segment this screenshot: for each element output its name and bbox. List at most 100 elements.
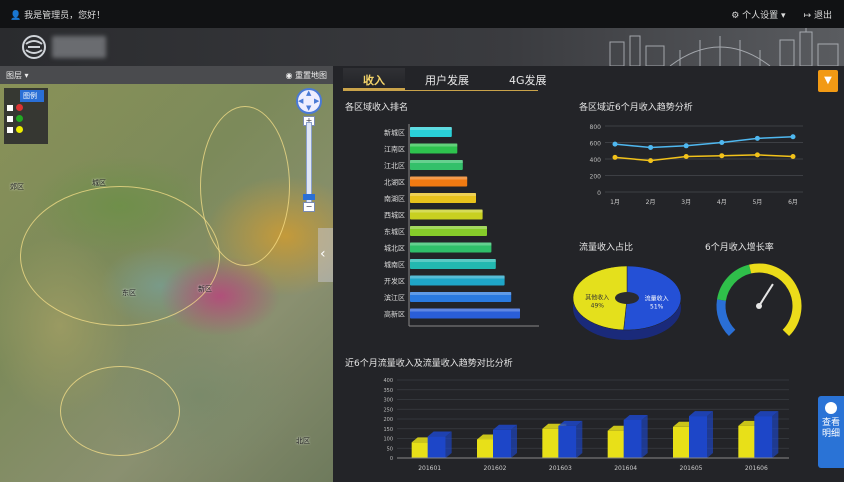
tab-income[interactable]: 收入 xyxy=(343,68,405,90)
dashboard-app: 👤 我是管理员，您好！ ⚙ 个人设置 ▾ ↦ 退出 图层 ▾ ◉ 重置地图 图例… xyxy=(0,0,844,482)
line-chart-title: 各区域近6个月收入趋势分析 xyxy=(579,103,693,113)
vbar-y-tick: 100 xyxy=(383,437,393,443)
gauge-band-mid xyxy=(717,264,752,302)
vbar-bar xyxy=(754,416,773,458)
yellow-marker-icon xyxy=(16,126,23,133)
line-point xyxy=(683,143,689,149)
pie-slice-value: 51% xyxy=(650,304,664,311)
chevron-left-icon[interactable]: ‹ xyxy=(320,246,326,262)
reset-map-label: 重置地图 xyxy=(295,71,327,80)
line-x-tick: 2月 xyxy=(646,199,656,206)
vbar-y-tick: 200 xyxy=(383,417,393,423)
vbar-bar xyxy=(558,425,577,458)
hbar-bar-highlight xyxy=(410,259,496,262)
line-y-tick: 0 xyxy=(597,190,601,197)
pan-right-icon[interactable]: ▶ xyxy=(314,97,319,105)
vbar-y-tick: 250 xyxy=(383,407,393,413)
hbar-bar-highlight xyxy=(410,176,468,180)
gauge-chart-title: 6个月收入增长率 xyxy=(705,243,774,253)
tab-4g-growth[interactable]: 4G发展 xyxy=(489,68,567,90)
line-y-tick: 800 xyxy=(590,124,602,131)
line-point xyxy=(612,154,618,160)
flow-income-pie-chart: 流量收入51% 其他收入49% xyxy=(572,265,682,340)
hbar-chart-title: 各区域收入排名 xyxy=(345,103,409,113)
hbar-category-label: 西城区 xyxy=(384,212,405,220)
pan-up-icon[interactable]: ▲ xyxy=(306,89,311,97)
legend-item[interactable] xyxy=(4,102,48,113)
hbar-category-label: 南湖区 xyxy=(384,194,405,203)
legend-checkbox[interactable] xyxy=(7,126,13,133)
vbar-bar-side xyxy=(772,411,779,458)
hbar-bar-highlight xyxy=(410,308,520,312)
pan-left-icon[interactable]: ◀ xyxy=(298,97,303,105)
gear-icon: ⚙ xyxy=(731,11,740,21)
income-ranking-chart: 高新区 滨江区 开发区 城南区 城北区 东城区 西城区 南湖区 北湖区 江北区 江南区 新城区 xyxy=(384,124,539,327)
pie-hole xyxy=(615,292,639,304)
line-point xyxy=(790,154,796,160)
map-place-label: 郊区 xyxy=(10,183,24,191)
hbar-category-label: 北湖区 xyxy=(384,178,405,187)
map-place-label: 东区 xyxy=(122,289,136,297)
vbar-y-tick: 400 xyxy=(383,378,393,384)
logout-label: 退出 xyxy=(813,11,832,21)
line-point xyxy=(719,153,725,159)
vbar-bar xyxy=(542,428,561,458)
hbar-bar-highlight xyxy=(410,275,505,279)
map-place-label: 城区 xyxy=(92,179,106,187)
settings-label: 个人设置 xyxy=(742,11,779,21)
hbar-category-label: 开发区 xyxy=(384,277,405,286)
hbar-category-label: 高新区 xyxy=(384,310,405,319)
hbar-category-label: 城北区 xyxy=(384,245,405,253)
vbar-y-tick: 350 xyxy=(383,388,393,394)
line-point xyxy=(648,144,654,150)
user-greeting-text: 我是管理员，您好！ xyxy=(24,11,106,21)
logout-link[interactable]: ↦ 退出 xyxy=(804,8,832,21)
layers-dropdown[interactable]: 图层 ▾ xyxy=(6,70,29,81)
dropdown-toggle-button[interactable]: ▼ xyxy=(818,70,838,92)
vbar-bar xyxy=(477,439,495,458)
vbar-y-tick: 300 xyxy=(383,398,393,404)
tab-bar: 收入 用户发展 4G发展 xyxy=(343,68,567,90)
legend-item[interactable] xyxy=(4,124,48,135)
vbar-bar-side xyxy=(511,424,517,458)
vbar-bar xyxy=(493,429,511,458)
vbar-chart-title: 近6个月流量收入及流量收入趋势对比分析 xyxy=(345,359,513,369)
pan-down-icon[interactable]: ▼ xyxy=(306,104,311,112)
analytics-panel: 收入 用户发展 4G发展 ▼ 各区域收入排名 各区域近6个月收入趋势分析 流量收… xyxy=(333,66,844,482)
income-trend-chart: 0 200 400 600 800 1月 2月 3月 4月 5月 6月 xyxy=(590,124,803,206)
growth-rate-gauge xyxy=(716,263,802,337)
zoom-slider-handle[interactable] xyxy=(303,194,315,200)
legend-item[interactable] xyxy=(4,113,48,124)
line-x-tick: 6月 xyxy=(788,199,798,206)
settings-link[interactable]: ⚙ 个人设置 ▾ xyxy=(731,8,785,21)
line-point xyxy=(612,141,618,147)
vbar-bar-side xyxy=(641,414,648,458)
green-marker-icon xyxy=(16,115,23,122)
line-x-tick: 4月 xyxy=(717,199,727,206)
line-x-tick: 5月 xyxy=(752,199,762,206)
vbar-bar-side xyxy=(576,420,583,458)
pan-control[interactable]: ▲ ▼ ◀ ▶ xyxy=(296,88,322,114)
map-panel[interactable]: 图层 ▾ ◉ 重置地图 图例 ▲ ▼ ◀ ▶ + − 城区 郊区 新区 东区 北… xyxy=(0,66,333,482)
vbar-bar xyxy=(607,430,626,458)
tab-user-growth[interactable]: 用户发展 xyxy=(405,68,489,90)
line-x-tick: 1月 xyxy=(610,199,620,206)
hbar-bar-highlight xyxy=(410,127,452,130)
map-place-label: 新区 xyxy=(198,285,212,293)
vbar-x-tick: 201603 xyxy=(549,465,572,472)
zoom-out-button[interactable]: − xyxy=(303,202,315,212)
vbar-x-tick: 201606 xyxy=(745,465,768,472)
reset-map-button[interactable]: ◉ 重置地图 xyxy=(285,70,327,81)
line-y-tick: 400 xyxy=(590,157,602,164)
user-icon: 👤 xyxy=(10,11,22,21)
legend-header: 图例 xyxy=(20,90,44,102)
legend-checkbox[interactable] xyxy=(7,104,13,111)
vbar-y-tick: 50 xyxy=(387,446,393,452)
pie-slice-label: 流量收入 xyxy=(645,295,669,303)
legend-checkbox[interactable] xyxy=(7,115,13,122)
vbar-x-tick: 201601 xyxy=(418,465,441,472)
vbar-x-tick: 201605 xyxy=(680,465,703,472)
view-details-button[interactable]: 查看明细 xyxy=(818,396,844,468)
pie-slice-label: 其他收入 xyxy=(585,293,609,301)
vbar-bar xyxy=(738,425,757,458)
